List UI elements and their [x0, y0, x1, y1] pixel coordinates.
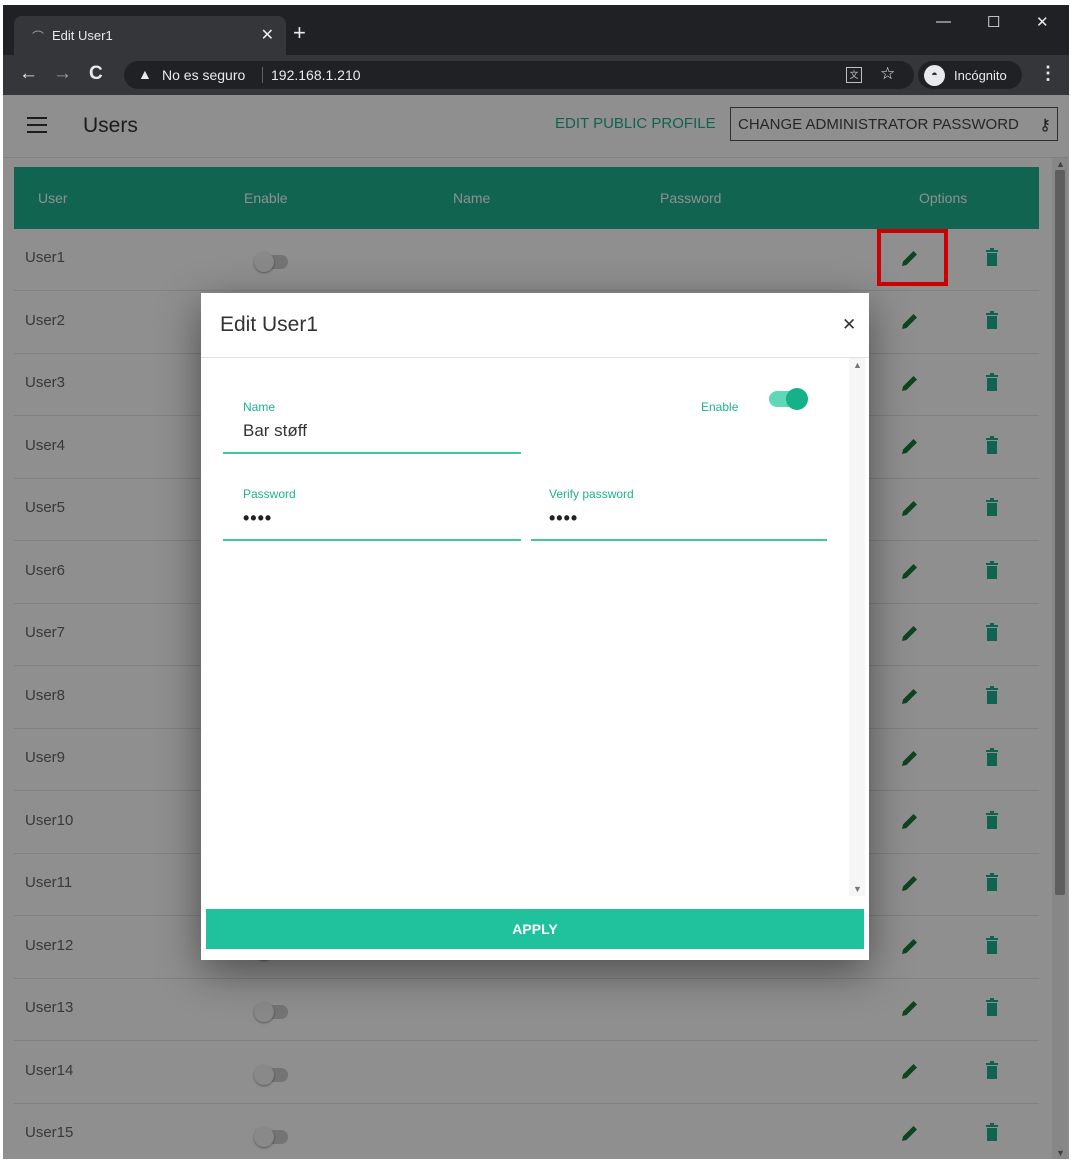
dialog-scroll-down-icon[interactable]: ▼: [853, 884, 862, 894]
dialog-header: Edit User1 ✕: [201, 293, 869, 358]
enable-label: Enable: [701, 400, 739, 414]
tab-strip: ⌒ Edit User1 ✕ + — ☐ ✕: [3, 5, 1069, 55]
warning-icon: ▲: [138, 66, 152, 82]
apply-button[interactable]: APPLY: [206, 909, 864, 949]
verify-password-label: Verify password: [549, 487, 634, 501]
address-bar[interactable]: ▲ No es seguro 192.168.1.210 文 ☆: [124, 61, 914, 89]
close-dialog-icon[interactable]: ✕: [842, 315, 856, 335]
password-label: Password: [243, 487, 296, 501]
close-window-icon[interactable]: ✕: [1036, 13, 1049, 31]
browser-toolbar: ← → C ▲ No es seguro 192.168.1.210 文 ☆ ◓…: [3, 55, 1069, 95]
new-tab-icon[interactable]: +: [293, 22, 306, 44]
close-tab-icon[interactable]: ✕: [261, 25, 274, 45]
name-label: Name: [243, 400, 276, 414]
security-status[interactable]: No es seguro: [162, 67, 245, 83]
verify-password-underline: [531, 539, 827, 541]
dialog-body: Name Bar støff Enable Password •••• Veri…: [201, 358, 869, 902]
verify-password-input[interactable]: ••••: [549, 508, 578, 529]
browser-tab[interactable]: ⌒ Edit User1 ✕: [14, 16, 286, 55]
minimize-icon[interactable]: —: [936, 13, 951, 30]
password-underline: [223, 539, 521, 541]
dialog-scroll-up-icon[interactable]: ▲: [853, 360, 862, 370]
incognito-badge[interactable]: ◓ Incógnito: [918, 61, 1022, 89]
incognito-icon: ◓: [924, 65, 945, 86]
translate-icon[interactable]: 文: [846, 67, 862, 83]
bookmark-star-icon[interactable]: ☆: [880, 64, 895, 84]
reload-icon[interactable]: C: [89, 63, 103, 85]
loading-favicon-icon: ⌒: [32, 30, 45, 44]
name-input[interactable]: Bar støff: [243, 421, 307, 441]
edit-user-dialog: Edit User1 ✕ Name Bar støff Enable Passw…: [201, 293, 869, 960]
back-arrow-icon[interactable]: ←: [19, 63, 38, 85]
browser-window: ⌒ Edit User1 ✕ + — ☐ ✕ ← → C ▲ No es seg…: [3, 5, 1069, 1159]
browser-menu-icon[interactable]: ⋮: [1039, 63, 1057, 84]
password-input[interactable]: ••••: [243, 508, 272, 529]
url-text[interactable]: 192.168.1.210: [271, 67, 361, 83]
enable-switch[interactable]: [769, 388, 808, 410]
dialog-title: Edit User1: [220, 313, 319, 336]
dialog-scrollbar[interactable]: ▲ ▼: [849, 358, 865, 896]
forward-arrow-icon[interactable]: →: [53, 63, 72, 85]
name-underline: [223, 452, 521, 454]
incognito-label: Incógnito: [954, 68, 1007, 83]
edit-highlight-box: [877, 229, 948, 286]
maximize-icon[interactable]: ☐: [987, 13, 1000, 31]
omnibox-separator: [262, 67, 263, 83]
tab-title: Edit User1: [52, 28, 113, 43]
